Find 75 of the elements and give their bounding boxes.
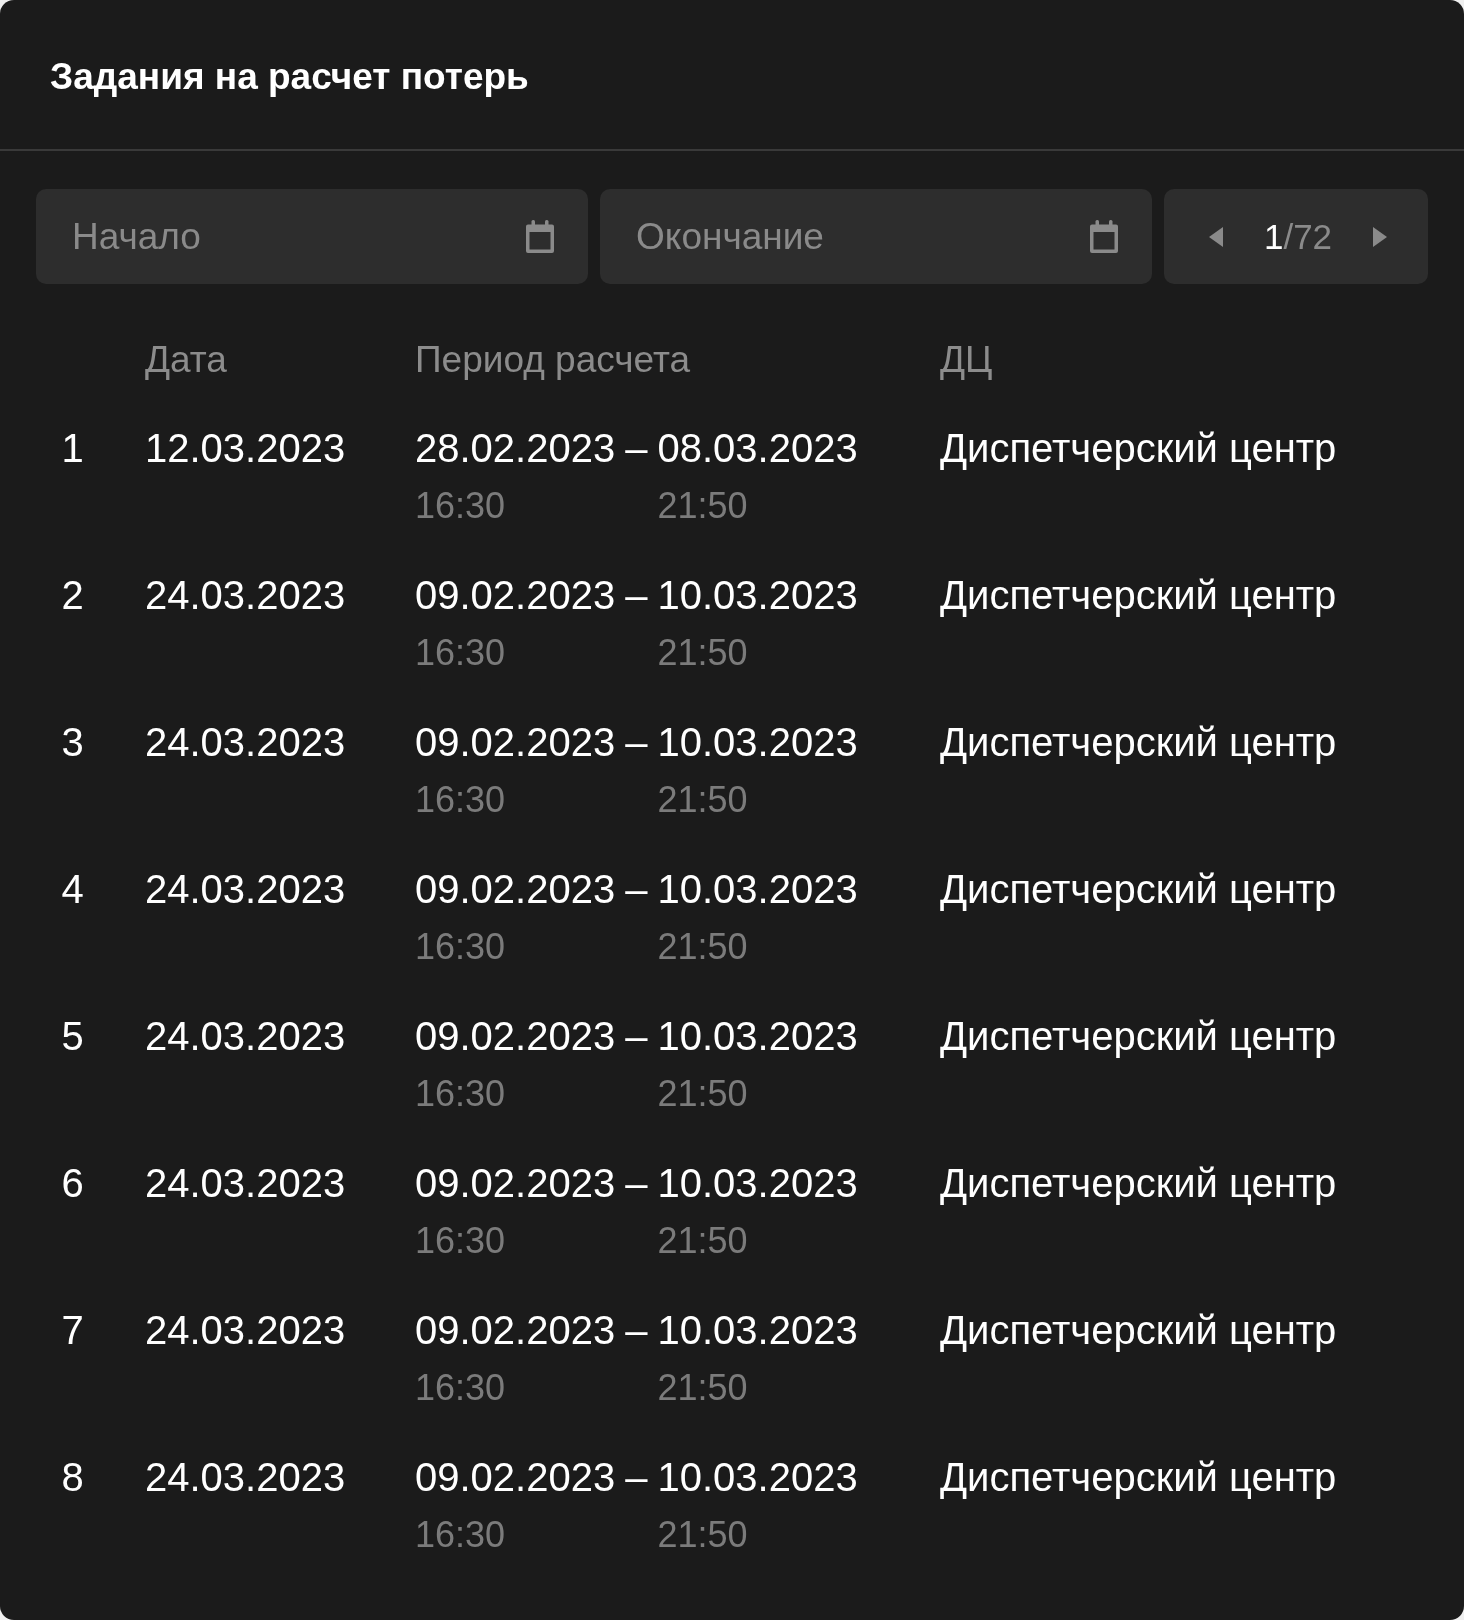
row-number: 4	[60, 866, 85, 913]
period-dash: –	[625, 425, 648, 472]
period-end-time: 21:50	[657, 1219, 748, 1263]
period-end-time: 21:50	[657, 1513, 748, 1557]
period-end-date: 10.03.2023	[657, 719, 858, 766]
caret-right-icon[interactable]	[1373, 226, 1387, 247]
period-start-date: 09.02.2023	[415, 1454, 616, 1501]
period-start-time: 16:30	[415, 631, 506, 675]
dispatch-center-name: Диспетчерский центр	[940, 1161, 1337, 1205]
dispatch-center-name: Диспетчерский центр	[940, 1455, 1337, 1499]
calendar-icon[interactable]	[1089, 220, 1119, 253]
row-number: 2	[60, 572, 85, 619]
task-date: 12.03.2023	[145, 426, 346, 470]
period-start-time: 16:30	[415, 1219, 506, 1263]
period-start-time: 16:30	[415, 1366, 506, 1410]
period-dash: –	[625, 866, 648, 913]
period-start-date: 09.02.2023	[415, 1307, 616, 1354]
task-date: 24.03.2023	[145, 1308, 346, 1352]
period-end-date: 10.03.2023	[657, 1013, 858, 1060]
period-start-time: 16:30	[415, 1072, 506, 1116]
period-end-date: 10.03.2023	[657, 572, 858, 619]
task-date: 24.03.2023	[145, 867, 346, 911]
dispatch-center-name: Диспетчерский центр	[940, 426, 1337, 470]
task-date: 24.03.2023	[145, 1455, 346, 1499]
period-end-date: 10.03.2023	[657, 1454, 858, 1501]
period-end-time: 21:50	[657, 925, 748, 969]
period-start-time: 16:30	[415, 925, 506, 969]
end-date-field[interactable]: Окончание	[600, 189, 1152, 284]
period-end-time: 21:50	[657, 484, 748, 528]
period-end-time: 21:50	[657, 631, 748, 675]
period-dash: –	[625, 1454, 648, 1501]
period-start-time: 16:30	[415, 1513, 506, 1557]
period-end-time: 21:50	[657, 1072, 748, 1116]
column-header: ДЦ	[940, 339, 993, 380]
period-start-date: 09.02.2023	[415, 572, 616, 619]
task-date: 24.03.2023	[145, 1161, 346, 1205]
caret-left-icon[interactable]	[1209, 226, 1223, 247]
row-number: 5	[60, 1013, 85, 1060]
period-dash: –	[625, 1160, 648, 1207]
period-start-date: 09.02.2023	[415, 1160, 616, 1207]
start-date-field[interactable]: Начало	[36, 189, 588, 284]
period-start-date: 28.02.2023	[415, 425, 616, 472]
period-start-date: 09.02.2023	[415, 719, 616, 766]
period-start-date: 09.02.2023	[415, 866, 616, 913]
period-end-time: 21:50	[657, 1366, 748, 1410]
period-dash: –	[625, 1013, 648, 1060]
column-header: Дата	[145, 339, 227, 380]
dispatch-center-name: Диспетчерский центр	[940, 720, 1337, 764]
row-number: 1	[60, 425, 85, 472]
period-dash: –	[625, 572, 648, 619]
column-header: Период расчета	[415, 339, 691, 380]
calendar-icon[interactable]	[525, 220, 555, 253]
row-number: 8	[60, 1454, 85, 1501]
period-end-date: 08.03.2023	[657, 425, 858, 472]
task-date: 24.03.2023	[145, 573, 346, 617]
period-start-date: 09.02.2023	[415, 1013, 616, 1060]
panel-title: Задания на расчет потерь	[50, 55, 529, 100]
period-end-date: 10.03.2023	[657, 866, 858, 913]
period-start-time: 16:30	[415, 778, 506, 822]
period-end-date: 10.03.2023	[657, 1307, 858, 1354]
dispatch-center-name: Диспетчерский центр	[940, 1014, 1337, 1058]
dispatch-center-name: Диспетчерский центр	[940, 1308, 1337, 1352]
period-start-time: 16:30	[415, 484, 506, 528]
dispatch-center-name: Диспетчерский центр	[940, 867, 1337, 911]
period-dash: –	[625, 719, 648, 766]
period-end-date: 10.03.2023	[657, 1160, 858, 1207]
row-number: 7	[60, 1307, 85, 1354]
dispatch-center-name: Диспетчерский центр	[940, 573, 1337, 617]
period-dash: –	[625, 1307, 648, 1354]
period-end-time: 21:50	[657, 778, 748, 822]
task-date: 24.03.2023	[145, 720, 346, 764]
row-number: 3	[60, 719, 85, 766]
page-counter: 1/72	[1263, 215, 1333, 258]
task-date: 24.03.2023	[145, 1014, 346, 1058]
row-number: 6	[60, 1160, 85, 1207]
